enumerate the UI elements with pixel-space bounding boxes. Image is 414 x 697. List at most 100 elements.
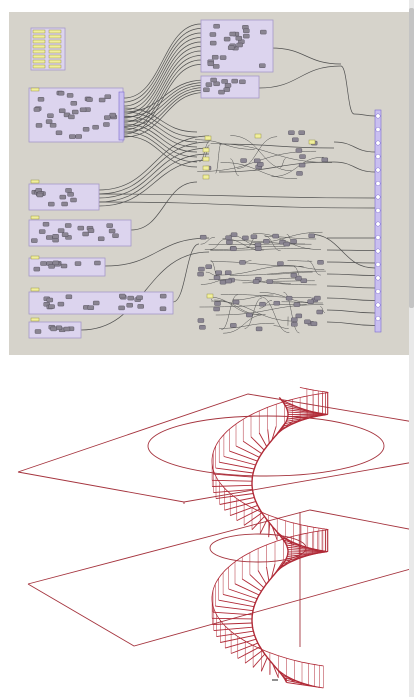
component-node[interactable] (207, 61, 215, 66)
component-node[interactable] (104, 115, 111, 120)
number-slider[interactable] (32, 59, 46, 64)
component-node[interactable] (314, 295, 321, 301)
component-node[interactable] (74, 261, 82, 266)
component-node[interactable] (290, 239, 297, 244)
component-node[interactable] (45, 119, 53, 124)
component-node[interactable] (47, 113, 54, 118)
component-node[interactable] (277, 261, 284, 266)
component-node[interactable] (97, 236, 105, 242)
component-node[interactable] (259, 302, 266, 307)
component-node[interactable] (243, 28, 250, 33)
component-node[interactable] (49, 123, 57, 128)
collector-input-port[interactable] (375, 316, 381, 321)
component-node[interactable] (231, 78, 238, 84)
component-node[interactable] (230, 323, 237, 328)
collector-input-port[interactable] (375, 262, 381, 267)
component-node[interactable] (199, 234, 207, 240)
component-node[interactable] (106, 223, 113, 228)
component-node[interactable] (236, 42, 243, 48)
component-node[interactable] (112, 233, 119, 238)
component-node[interactable] (218, 89, 225, 95)
component-node[interactable] (52, 234, 59, 239)
component-node[interactable] (103, 122, 110, 127)
component-node[interactable] (300, 278, 307, 283)
component-node[interactable] (293, 302, 301, 307)
component-node[interactable] (259, 63, 266, 68)
component-node[interactable] (52, 260, 59, 266)
component-node[interactable] (298, 162, 306, 168)
component-node[interactable] (295, 313, 302, 319)
component-node[interactable] (108, 228, 116, 234)
component-node[interactable] (230, 232, 238, 237)
group-output-bar[interactable] (118, 91, 125, 141)
number-slider[interactable] (32, 39, 46, 44)
number-slider[interactable] (48, 54, 62, 59)
component-node[interactable] (223, 36, 231, 42)
collector-input-port[interactable] (375, 248, 381, 254)
scrollbar-thumb[interactable] (409, 8, 414, 308)
component-node[interactable] (94, 260, 101, 266)
component-node[interactable] (36, 192, 44, 198)
component-node[interactable] (250, 234, 258, 239)
component-node[interactable] (31, 238, 38, 243)
component-node[interactable] (33, 107, 41, 112)
component-node[interactable] (82, 127, 90, 132)
component-node[interactable] (137, 304, 144, 309)
component-node[interactable] (46, 297, 53, 303)
component-node[interactable] (55, 130, 63, 136)
component-node[interactable] (65, 294, 73, 299)
component-node[interactable] (225, 278, 232, 284)
component-node[interactable] (224, 83, 232, 88)
component-node[interactable] (209, 32, 217, 37)
component-node[interactable] (288, 130, 295, 135)
component-node[interactable] (308, 233, 315, 239)
component-node[interactable] (255, 326, 263, 332)
component-node[interactable] (118, 305, 125, 311)
component-node[interactable] (321, 157, 328, 163)
component-node[interactable] (59, 194, 66, 200)
component-node[interactable] (60, 263, 68, 269)
component-node[interactable] (230, 246, 237, 252)
component-node[interactable] (119, 293, 126, 299)
component-node[interactable] (243, 33, 250, 39)
component-node[interactable] (65, 223, 72, 228)
group-label-param[interactable] (30, 179, 40, 184)
component-node[interactable] (219, 55, 227, 60)
component-node[interactable] (213, 275, 221, 280)
component-node[interactable] (211, 55, 219, 60)
collector-input-port[interactable] (375, 194, 381, 200)
component-node[interactable] (317, 260, 324, 265)
component-node[interactable] (260, 29, 267, 35)
component-node[interactable] (86, 97, 93, 102)
component-node[interactable] (292, 137, 299, 143)
component-node[interactable] (299, 154, 306, 159)
component-node[interactable] (210, 77, 217, 83)
component-node[interactable] (67, 192, 74, 197)
component-node[interactable] (61, 232, 69, 237)
component-node[interactable] (253, 158, 261, 164)
component-node[interactable] (136, 295, 143, 300)
component-node[interactable] (203, 87, 210, 93)
component-node[interactable] (57, 301, 65, 307)
group-label-param[interactable] (30, 317, 40, 322)
component-node[interactable] (226, 239, 233, 245)
number-slider[interactable] (32, 49, 46, 54)
number-slider[interactable] (202, 174, 210, 180)
collector-input-port[interactable] (375, 154, 381, 159)
number-slider[interactable] (32, 54, 46, 59)
component-node[interactable] (225, 235, 232, 240)
number-slider[interactable] (202, 156, 210, 162)
component-node[interactable] (254, 242, 262, 248)
number-slider[interactable] (32, 44, 46, 49)
component-node[interactable] (127, 295, 134, 301)
component-node[interactable] (55, 325, 63, 330)
number-slider[interactable] (32, 64, 46, 69)
component-node[interactable] (69, 134, 76, 139)
component-node[interactable] (224, 270, 232, 275)
node-graph-svg[interactable] (9, 12, 409, 355)
component-node[interactable] (66, 93, 74, 98)
component-node[interactable] (240, 158, 247, 163)
number-slider[interactable] (48, 49, 62, 54)
component-node[interactable] (307, 299, 314, 304)
component-node[interactable] (98, 97, 106, 103)
